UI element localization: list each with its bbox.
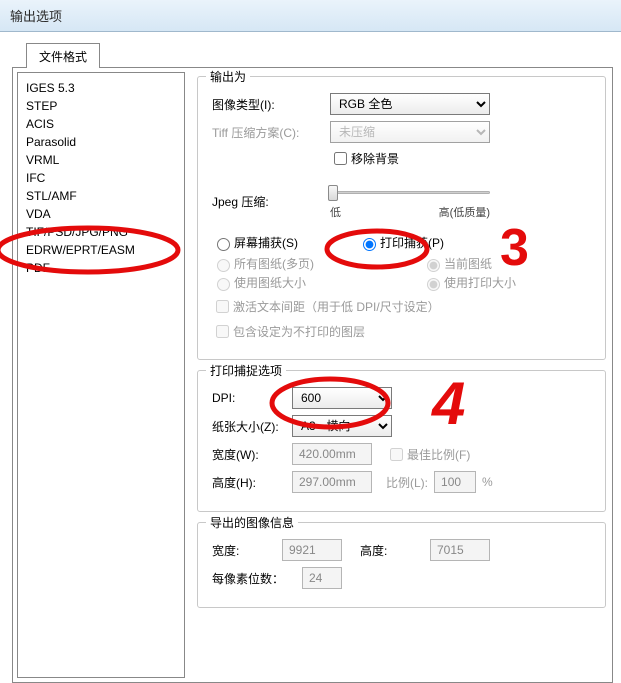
list-item[interactable]: STEP bbox=[26, 97, 176, 115]
ratio-field bbox=[434, 471, 476, 493]
group-output-as: 输出为 图像类型(I): RGB 全色 Tiff 压缩方案(C): 未压缩 bbox=[197, 76, 606, 360]
width-field bbox=[292, 443, 372, 465]
jpeg-comp-label: Jpeg 压缩: bbox=[212, 193, 330, 210]
dpi-select[interactable]: 600 bbox=[292, 387, 392, 409]
paper-size-select[interactable]: A3 - 横向 bbox=[292, 415, 392, 437]
dpi-label: DPI: bbox=[212, 391, 292, 405]
pct-label: % bbox=[482, 475, 493, 489]
group-title: 打印捕捉选项 bbox=[206, 362, 286, 379]
height-field bbox=[292, 471, 372, 493]
print-capture-label: 打印捕获(P) bbox=[380, 234, 444, 251]
export-width-label: 宽度: bbox=[212, 542, 282, 559]
list-item[interactable]: IGES 5.3 bbox=[26, 79, 176, 97]
window-title: 输出选项 bbox=[0, 0, 621, 32]
image-type-label: 图像类型(I): bbox=[212, 96, 330, 113]
activate-spacing-checkbox: 激活文本间距（用于低 DPI/尺寸设定） bbox=[212, 297, 440, 316]
group-title: 导出的图像信息 bbox=[206, 514, 298, 531]
bpp-label: 每像素位数： bbox=[212, 570, 302, 587]
tiff-comp-label: Tiff 压缩方案(C): bbox=[212, 124, 330, 141]
tab-file-format[interactable]: 文件格式 bbox=[26, 43, 100, 68]
ratio-label: 比例(L): bbox=[386, 474, 428, 491]
activate-spacing-label: 激活文本间距（用于低 DPI/尺寸设定） bbox=[233, 298, 440, 315]
screen-capture-radio[interactable]: 屏幕捕获(S) bbox=[212, 234, 298, 251]
list-item[interactable]: VRML bbox=[26, 151, 176, 169]
print-capture-radio[interactable]: 打印捕获(P) bbox=[358, 234, 444, 251]
list-item[interactable]: VDA bbox=[26, 205, 176, 223]
width-label: 宽度(W): bbox=[212, 446, 292, 463]
group-export-info: 导出的图像信息 宽度: 高度: 每像素位数： bbox=[197, 522, 606, 608]
list-item[interactable]: PDF bbox=[26, 259, 176, 277]
slider-low-label: 低 bbox=[330, 204, 341, 220]
list-item[interactable]: ACIS bbox=[26, 115, 176, 133]
slider-high-label: 高(低质量) bbox=[439, 204, 490, 220]
best-ratio-label: 最佳比例(F) bbox=[407, 446, 470, 463]
group-title: 输出为 bbox=[206, 68, 250, 85]
list-item[interactable]: IFC bbox=[26, 169, 176, 187]
jpeg-slider[interactable] bbox=[330, 182, 490, 202]
bpp-field bbox=[302, 567, 342, 589]
list-item[interactable]: STL/AMF bbox=[26, 187, 176, 205]
use-sheet-size-radio: 使用图纸大小 bbox=[212, 274, 362, 291]
export-width-field bbox=[282, 539, 342, 561]
tiff-comp-select: 未压缩 bbox=[330, 121, 490, 143]
all-sheets-radio: 所有图纸(多页) bbox=[212, 255, 362, 272]
remove-bg-checkbox[interactable]: 移除背景 bbox=[330, 149, 399, 168]
export-height-field bbox=[430, 539, 490, 561]
list-item[interactable]: EDRW/EPRT/EASM bbox=[26, 241, 176, 259]
list-item[interactable]: Parasolid bbox=[26, 133, 176, 151]
paper-size-label: 纸张大小(Z): bbox=[212, 418, 292, 435]
include-hidden-checkbox: 包含设定为不打印的图层 bbox=[212, 322, 365, 341]
all-sheets-label: 所有图纸(多页) bbox=[234, 255, 314, 272]
remove-bg-label: 移除背景 bbox=[351, 150, 399, 167]
image-type-select[interactable]: RGB 全色 bbox=[330, 93, 490, 115]
height-label: 高度(H): bbox=[212, 474, 292, 491]
group-print-options: 打印捕捉选项 DPI: 600 纸张大小(Z): A3 - 横向 宽度(W): bbox=[197, 370, 606, 512]
use-print-size-radio: 使用打印大小 bbox=[422, 274, 516, 291]
use-sheet-size-label: 使用图纸大小 bbox=[234, 274, 306, 291]
include-hidden-label: 包含设定为不打印的图层 bbox=[233, 323, 365, 340]
current-sheet-label: 当前图纸 bbox=[444, 255, 492, 272]
use-print-size-label: 使用打印大小 bbox=[444, 274, 516, 291]
main-panel: IGES 5.3 STEP ACIS Parasolid VRML IFC ST… bbox=[12, 67, 613, 683]
export-height-label: 高度: bbox=[360, 542, 430, 559]
current-sheet-radio: 当前图纸 bbox=[422, 255, 492, 272]
format-list[interactable]: IGES 5.3 STEP ACIS Parasolid VRML IFC ST… bbox=[17, 72, 185, 678]
list-item[interactable]: TIF/PSD/JPG/PNG bbox=[26, 223, 176, 241]
best-ratio-checkbox: 最佳比例(F) bbox=[386, 445, 470, 464]
screen-capture-label: 屏幕捕获(S) bbox=[234, 234, 298, 251]
